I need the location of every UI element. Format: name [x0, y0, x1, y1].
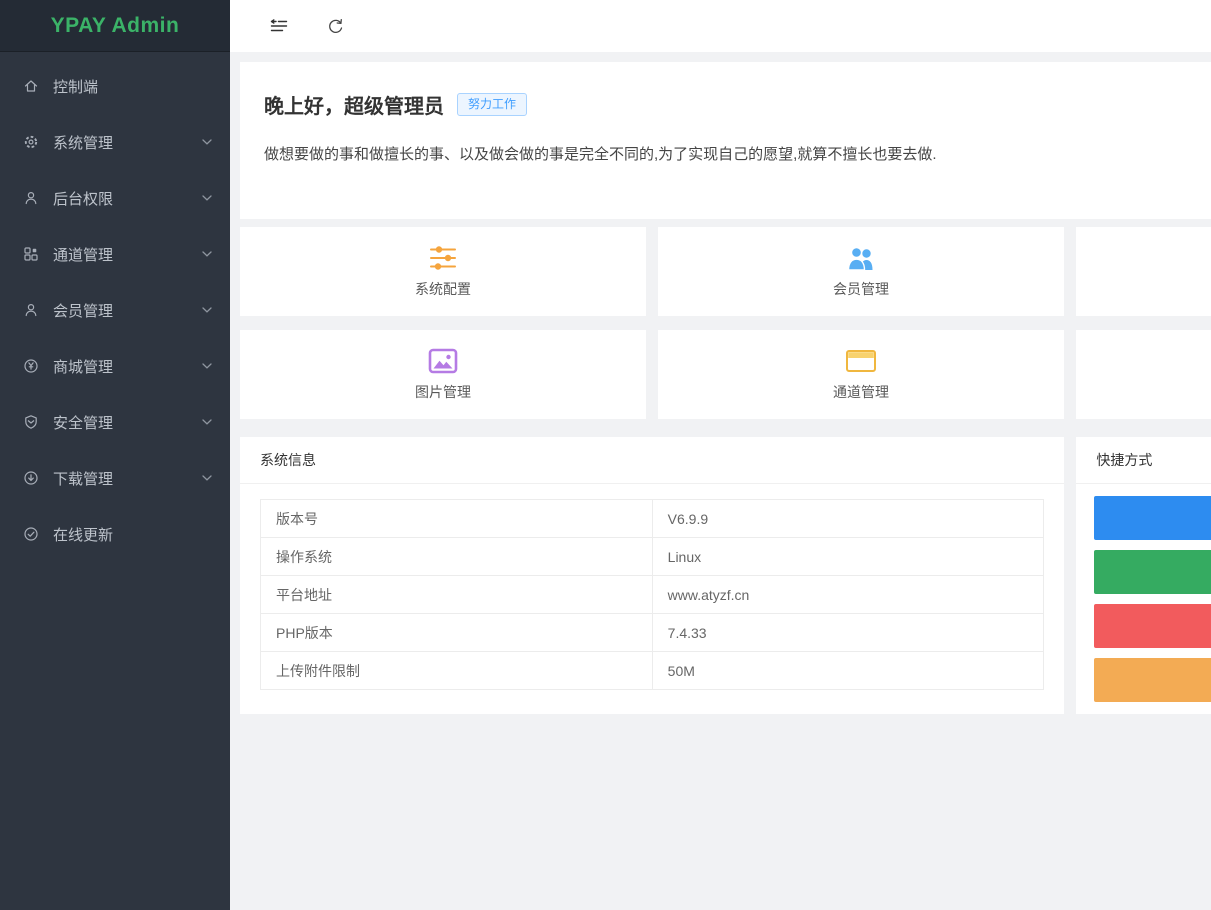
info-value: Linux: [652, 538, 1044, 576]
apps-icon: [22, 246, 39, 263]
system-info-title: 系统信息: [240, 437, 1064, 484]
system-info-table: 版本号 V6.9.9 操作系统 Linux 平台地址 www.atyzf.cn: [260, 499, 1044, 690]
quick-card-images[interactable]: 图片管理: [240, 330, 646, 419]
refresh-icon[interactable]: [324, 15, 346, 37]
sidebar-item-label: 会员管理: [53, 300, 113, 321]
window-icon: [845, 347, 877, 375]
motivation-badge: 努力工作: [457, 93, 527, 117]
sidebar-item-label: 系统管理: [53, 132, 113, 153]
app-logo: YPAY Admin: [0, 0, 230, 52]
yen-circle-icon: [22, 358, 39, 375]
info-label: 操作系统: [261, 538, 653, 576]
quick-card-members[interactable]: 会员管理: [658, 227, 1064, 316]
info-value: 50M: [652, 652, 1044, 690]
user-icon: [22, 302, 39, 319]
users-icon: [844, 244, 878, 272]
sidebar-item-label: 下载管理: [53, 468, 113, 489]
shortcut-button-2[interactable]: [1094, 550, 1211, 594]
sidebar-item-members[interactable]: 会员管理: [0, 282, 230, 338]
info-label: 上传附件限制: [261, 652, 653, 690]
quick-card-extra-1[interactable]: [1076, 227, 1211, 316]
quick-card-extra-2[interactable]: [1076, 330, 1211, 419]
sidebar-item-admin-perms[interactable]: 后台权限: [0, 170, 230, 226]
table-row: PHP版本 7.4.33: [261, 614, 1044, 652]
image-icon: [428, 347, 458, 375]
sidebar-item-channels[interactable]: 通道管理: [0, 226, 230, 282]
greeting-panel: 晚上好，超级管理员 努力工作 做想要做的事和做擅长的事、以及做会做的事是完全不同…: [240, 62, 1211, 219]
menu-fold-icon[interactable]: [268, 15, 290, 37]
sidebar-item-mall[interactable]: 商城管理: [0, 338, 230, 394]
table-row: 上传附件限制 50M: [261, 652, 1044, 690]
sidebar-item-label: 安全管理: [53, 412, 113, 433]
sidebar-item-system[interactable]: 系统管理: [0, 114, 230, 170]
sidebar-item-dashboard[interactable]: 控制端: [0, 58, 230, 114]
info-value: 7.4.33: [652, 614, 1044, 652]
top-header: [230, 0, 1211, 52]
info-value: V6.9.9: [652, 500, 1044, 538]
chevron-down-icon: [202, 139, 212, 145]
sidebar-menu: 控制端 系统管理 后台权限 通道管理: [0, 52, 230, 562]
quick-card-label: 会员管理: [833, 279, 889, 299]
sidebar-item-online-update[interactable]: 在线更新: [0, 506, 230, 562]
table-row: 平台地址 www.atyzf.cn: [261, 576, 1044, 614]
info-value: www.atyzf.cn: [652, 576, 1044, 614]
chevron-down-icon: [202, 307, 212, 313]
chevron-down-icon: [202, 419, 212, 425]
quick-card-label: 图片管理: [415, 382, 471, 402]
chevron-down-icon: [202, 475, 212, 481]
shortcuts-title: 快捷方式: [1076, 437, 1211, 484]
shortcut-button-1[interactable]: [1094, 496, 1211, 540]
info-label: PHP版本: [261, 614, 653, 652]
sidebar-item-label: 在线更新: [53, 524, 113, 545]
info-label: 版本号: [261, 500, 653, 538]
gear-icon: [22, 134, 39, 151]
chevron-down-icon: [202, 251, 212, 257]
system-info-panel: 系统信息 版本号 V6.9.9 操作系统 Linux: [240, 437, 1064, 714]
quick-card-label: 系统配置: [415, 279, 471, 299]
quick-card-system-config[interactable]: 系统配置: [240, 227, 646, 316]
sliders-icon: [427, 244, 459, 272]
shortcut-button-4[interactable]: [1094, 658, 1211, 702]
shield-icon: [22, 414, 39, 431]
sidebar-item-label: 商城管理: [53, 356, 113, 377]
sidebar-item-downloads[interactable]: 下载管理: [0, 450, 230, 506]
table-row: 操作系统 Linux: [261, 538, 1044, 576]
sidebar-item-label: 后台权限: [53, 188, 113, 209]
quick-card-label: 通道管理: [833, 382, 889, 402]
chevron-down-icon: [202, 195, 212, 201]
home-icon: [22, 78, 39, 95]
main-content: 晚上好，超级管理员 努力工作 做想要做的事和做擅长的事、以及做会做的事是完全不同…: [230, 52, 1211, 910]
info-label: 平台地址: [261, 576, 653, 614]
sidebar-item-security[interactable]: 安全管理: [0, 394, 230, 450]
download-circle-icon: [22, 470, 39, 487]
greeting-title: 晚上好，超级管理员: [264, 90, 444, 119]
sidebar-item-label: 通道管理: [53, 244, 113, 265]
shortcuts-panel: 快捷方式: [1076, 437, 1211, 714]
daily-quote: 做想要做的事和做擅长的事、以及做会做的事是完全不同的,为了实现自己的愿望,就算不…: [264, 143, 1211, 164]
sidebar-item-label: 控制端: [53, 76, 98, 97]
shortcut-button-3[interactable]: [1094, 604, 1211, 648]
quick-card-channels[interactable]: 通道管理: [658, 330, 1064, 419]
sidebar: YPAY Admin 控制端 系统管理 后台权限: [0, 0, 230, 910]
check-circle-icon: [22, 526, 39, 543]
user-icon: [22, 190, 39, 207]
chevron-down-icon: [202, 363, 212, 369]
table-row: 版本号 V6.9.9: [261, 500, 1044, 538]
